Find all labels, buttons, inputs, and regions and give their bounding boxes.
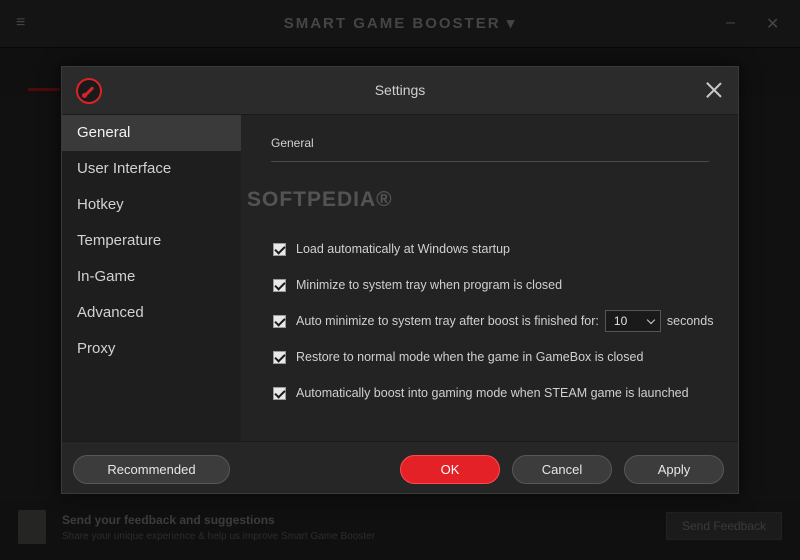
settings-dialog: Settings General User Interface Hotkey T…	[61, 66, 739, 494]
load-at-startup-checkbox[interactable]	[273, 242, 286, 256]
auto-minimize-seconds-select[interactable]: 10	[604, 310, 661, 332]
option-auto-minimize: Auto minimize to system tray after boost…	[273, 310, 714, 332]
steam-auto-boost-checkbox[interactable]	[273, 386, 286, 400]
section-divider	[271, 161, 709, 162]
general-settings-panel: General Load automatically at Windows st…	[241, 115, 738, 441]
minimize-on-close-checkbox[interactable]	[273, 278, 286, 292]
option-label: Minimize to system tray when program is …	[296, 278, 563, 292]
chevron-down-icon	[646, 315, 656, 324]
apply-button[interactable]: Apply	[624, 455, 724, 484]
auto-minimize-checkbox[interactable]	[273, 314, 286, 328]
option-label: Auto minimize to system tray after boost…	[296, 314, 599, 328]
select-value: 10	[613, 314, 628, 328]
dialog-footer: Recommended OK Cancel Apply	[62, 441, 738, 493]
option-minimize-on-close: Minimize to system tray when program is …	[273, 275, 562, 295]
option-steam-auto-boost: Automatically boost into gaming mode whe…	[273, 383, 689, 403]
option-label: Restore to normal mode when the game in …	[296, 350, 644, 364]
settings-sidebar: General User Interface Hotkey Temperatur…	[62, 115, 241, 441]
recommended-button[interactable]: Recommended	[73, 455, 230, 484]
sidebar-item-user-interface[interactable]: User Interface	[62, 151, 241, 187]
sidebar-item-advanced[interactable]: Advanced	[62, 295, 241, 331]
sidebar-item-temperature[interactable]: Temperature	[62, 223, 241, 259]
close-icon[interactable]	[704, 80, 724, 100]
option-load-at-startup: Load automatically at Windows startup	[273, 239, 510, 259]
sidebar-item-general[interactable]: General	[62, 115, 241, 151]
sidebar-item-in-game[interactable]: In-Game	[62, 259, 241, 295]
seconds-label: seconds	[666, 314, 714, 328]
ok-button[interactable]: OK	[400, 455, 500, 484]
section-title: General	[271, 136, 314, 150]
option-label: Automatically boost into gaming mode whe…	[296, 386, 689, 400]
option-restore-normal-mode: Restore to normal mode when the game in …	[273, 347, 643, 367]
dialog-header: Settings	[62, 67, 738, 115]
cancel-button[interactable]: Cancel	[512, 455, 612, 484]
dialog-title: Settings	[374, 82, 426, 98]
sidebar-item-hotkey[interactable]: Hotkey	[62, 187, 241, 223]
sidebar-item-proxy[interactable]: Proxy	[62, 331, 241, 367]
restore-normal-mode-checkbox[interactable]	[273, 350, 286, 364]
option-label: Load automatically at Windows startup	[296, 242, 510, 256]
